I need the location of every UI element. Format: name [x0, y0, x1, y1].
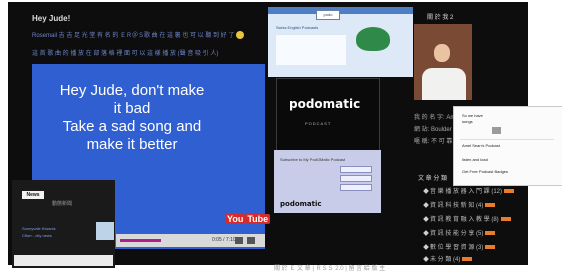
category-label: 資 訊 教 育 融 入 教 學	[430, 217, 490, 223]
news-link[interactable]: Cflorr - city news	[22, 233, 52, 238]
podomatic-logo: podomatic	[280, 200, 322, 208]
podcast-widget-item[interactable]: listen and load	[462, 157, 488, 162]
volume-icon[interactable]	[235, 237, 243, 244]
site-logo: podo	[316, 10, 340, 20]
blog-post-line: 這 首 歌 曲 的 播 放 在 部 落 格 裡 面 可 以 這 樣 播 放 (聲…	[32, 51, 219, 57]
video-time: 0:05 / 7:10	[212, 237, 236, 243]
news-widget: News 動態新聞 Sunnyvale Kiwanis Cflorr - cit…	[12, 180, 115, 268]
category-label: 資 訊 技 能 分 享	[430, 231, 475, 237]
profile-line: 網 站: Boulder	[414, 127, 452, 133]
category-count: (3)	[476, 245, 484, 251]
site-content-panel	[276, 35, 346, 65]
podcast-widget-line: So we have	[462, 113, 483, 118]
podcast-widget-title: Amel Sean's Podcast	[462, 143, 500, 148]
podcast-widget-item[interactable]: Get Free Podcast Badges	[462, 169, 508, 174]
smiley-icon	[236, 31, 244, 39]
podcast-player-widget: So we have songs Amel Sean's Podcast lis…	[453, 106, 562, 186]
profile-face	[434, 44, 450, 62]
tag-icon	[423, 216, 429, 222]
youtube-logo: You Tube	[225, 214, 271, 224]
subscribe-field[interactable]	[340, 175, 372, 182]
category-label: 未 分 類	[430, 257, 452, 263]
podomatic-subscribe-form: Subscribe to My PodOMatic Podcast podoma…	[274, 150, 381, 213]
category-count: (8)	[491, 217, 499, 223]
category-label: 資 訊 科 技 新 知	[430, 203, 475, 209]
video-lyrics: Hey Jude, don't make it bad Take a sad s…	[32, 82, 232, 154]
lyric-line: it bad	[113, 100, 151, 117]
category-count: (4)	[453, 257, 461, 263]
about-me-heading: 關 於 我 2	[427, 15, 454, 21]
news-link[interactable]: Sunnyvale Kiwanis	[22, 226, 56, 231]
blog-post-title: Hey Jude!	[32, 14, 71, 23]
lyric-line: make it better	[86, 136, 178, 153]
category-item[interactable]: 資 訊 科 技 新 知 (4)	[423, 200, 496, 210]
youtube-logo-tube: Tube	[245, 214, 271, 224]
category-item[interactable]: 音 樂 播 放 器 入 門 課 (12)	[423, 186, 515, 196]
play-icon[interactable]	[492, 127, 501, 134]
podcast-widget-line: songs	[462, 119, 473, 124]
podcast-label: PODCAST	[305, 121, 332, 126]
category-label: 音 樂 播 放 器 入 門 課	[430, 189, 490, 195]
rss-badge	[462, 257, 473, 261]
tree-image	[356, 27, 390, 51]
news-thumbnail[interactable]	[96, 222, 114, 240]
site-title: Swiss English Podcasts	[276, 25, 319, 30]
tag-icon	[423, 202, 429, 208]
rss-badge	[485, 231, 496, 235]
rss-badge	[500, 217, 511, 221]
category-heading: 文 章 分 類	[418, 176, 448, 182]
screenshot-root: Hey Jude! Rosemail 吉 吉 足 光 堂 有 名 的 ＥＲ＠Ｓ歌…	[0, 0, 562, 272]
blog-post-line: Rosemail 吉 吉 足 光 堂 有 名 的 ＥＲ＠Ｓ歌 曲 在 這 裏 也…	[32, 33, 235, 39]
category-item[interactable]: 資 訊 技 能 分 享 (5)	[423, 228, 496, 238]
subscribe-field[interactable]	[340, 166, 372, 173]
fullscreen-icon[interactable]	[247, 237, 255, 244]
category-count: (12)	[491, 189, 503, 195]
category-label: 數 位 學 習 資 源	[430, 245, 475, 251]
category-item[interactable]: 數 位 學 習 資 源 (3)	[423, 242, 496, 252]
site-header-bar	[268, 7, 413, 14]
subscribe-form-title: Subscribe to My PodOMatic Podcast	[280, 157, 346, 162]
rss-badge	[504, 189, 515, 193]
news-badge: News	[22, 191, 44, 199]
profile-photo	[414, 24, 472, 100]
podomatic-player[interactable]: podomatic PODCAST	[276, 78, 380, 152]
podcast-site-screenshot: podo Swiss English Podcasts	[268, 7, 413, 77]
video-progress-bar[interactable]	[120, 239, 162, 242]
divider	[460, 139, 554, 140]
subscribe-field[interactable]	[340, 184, 372, 191]
youtube-logo-you: You	[225, 214, 246, 224]
tag-icon	[423, 230, 429, 236]
lyric-line: Hey Jude, don't make	[59, 82, 205, 99]
category-count: (4)	[476, 203, 484, 209]
rss-badge	[485, 245, 496, 249]
tag-icon	[423, 256, 429, 262]
news-widget-footer	[14, 255, 113, 266]
podomatic-logo: podomatic	[289, 97, 361, 111]
category-item[interactable]: 資 訊 教 育 融 入 教 學 (8)	[423, 214, 511, 224]
profile-shirt	[422, 68, 466, 100]
category-item[interactable]: 未 分 類 (4)	[423, 254, 473, 264]
news-widget-text: 動態新聞	[52, 201, 73, 207]
lyric-line: Take a sad song and	[62, 118, 202, 135]
video-controls: 0:05 / 7:10	[116, 234, 265, 247]
rss-badge	[485, 203, 496, 207]
tag-icon	[423, 244, 429, 250]
category-count: (5)	[476, 231, 484, 237]
tag-icon	[423, 188, 429, 194]
